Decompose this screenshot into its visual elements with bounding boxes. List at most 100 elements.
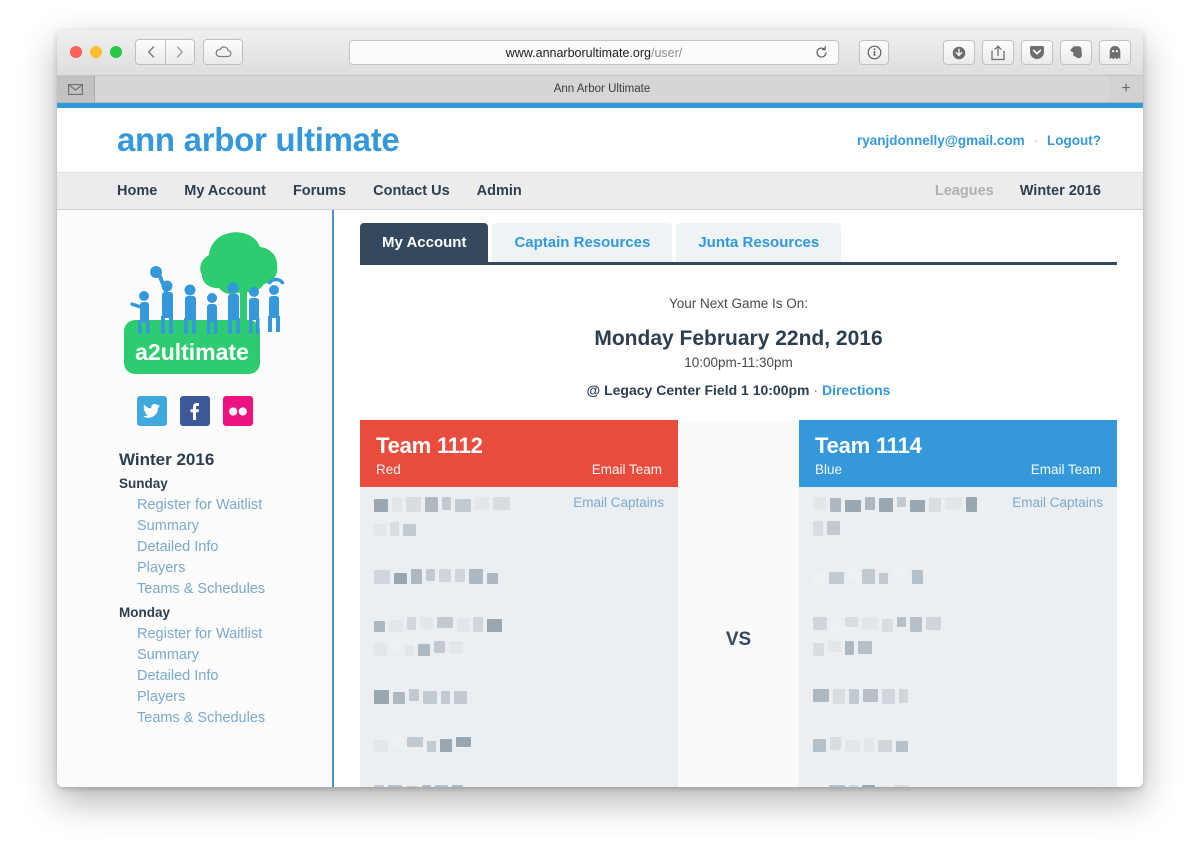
twitter-link[interactable]	[136, 396, 167, 426]
redaction-block	[422, 785, 431, 787]
redaction-block	[827, 521, 840, 535]
navigation-buttons	[135, 39, 195, 65]
redaction-block	[403, 524, 416, 536]
redaction-block	[437, 617, 453, 628]
sidebar-link-detailed-info-monday[interactable]: Detailed Info	[137, 665, 332, 686]
email-captains-link[interactable]: Email Captains	[573, 495, 664, 510]
redaction-block	[945, 497, 962, 509]
player-name-redacted	[813, 665, 1103, 680]
a2ultimate-logo-icon[interactable]: a2ultimate	[100, 224, 290, 384]
icloud-tabs-button[interactable]	[203, 39, 243, 65]
player-name-redacted	[374, 593, 664, 608]
player-name-redacted	[813, 689, 1103, 704]
redaction-block	[487, 573, 498, 584]
pocket-button[interactable]	[1021, 40, 1053, 65]
player-name-redacted	[374, 713, 664, 728]
minimize-window-button[interactable]	[90, 46, 102, 58]
tab-captain-resources[interactable]: Captain Resources	[492, 223, 673, 262]
sidebar-group-monday: Monday Register for Waitlist Summary Det…	[57, 605, 332, 728]
account-email-link[interactable]: ryanjdonnelly@gmail.com	[857, 133, 1025, 148]
downloads-button[interactable]	[943, 40, 975, 65]
screenshot-canvas: www.annarborultimate.org/user/ Ann Arbor…	[0, 0, 1200, 868]
nav-item-contact-us[interactable]: Contact Us	[373, 183, 450, 199]
new-tab-button[interactable]: +	[1109, 76, 1143, 102]
player-name-redacted	[813, 737, 1103, 752]
flickr-icon	[228, 406, 247, 416]
address-bar[interactable]: www.annarborultimate.org/user/	[349, 40, 839, 65]
reload-button[interactable]	[814, 45, 829, 60]
sidebar-link-players-sunday[interactable]: Players	[137, 557, 332, 578]
share-icon	[991, 44, 1005, 60]
roster-list	[813, 497, 1103, 787]
back-button[interactable]	[135, 39, 165, 65]
redaction-block	[830, 498, 841, 512]
reader-info-button[interactable]	[859, 40, 889, 65]
nav-item-home[interactable]: Home	[117, 183, 157, 199]
team-card-away: Team 1114 Blue Email Team Email Captains	[799, 420, 1117, 787]
forward-button[interactable]	[165, 39, 195, 65]
sidebar-link-detailed-info-sunday[interactable]: Detailed Info	[137, 536, 332, 557]
redaction-block	[813, 571, 825, 584]
tab-junta-resources[interactable]: Junta Resources	[676, 223, 842, 262]
tab-my-account[interactable]: My Account	[360, 223, 489, 262]
team-name: Team 1114	[815, 433, 922, 458]
logout-link[interactable]: Logout?	[1047, 133, 1101, 148]
sidebar-link-register-waitlist-monday[interactable]: Register for Waitlist	[137, 623, 332, 644]
redaction-block	[423, 691, 437, 704]
redaction-block	[831, 618, 841, 632]
redaction-block	[441, 691, 450, 704]
nav-primary-items: Home My Account Forums Contact Us Admin	[117, 183, 522, 199]
redaction-block	[878, 740, 892, 752]
redaction-block	[374, 499, 388, 512]
main-content: My Account Captain Resources Junta Resou…	[334, 210, 1143, 787]
svg-text:a2ultimate: a2ultimate	[135, 339, 249, 365]
redaction-block	[407, 737, 423, 747]
pocket-icon	[1030, 46, 1044, 59]
evernote-button[interactable]	[1060, 40, 1092, 65]
maximize-window-button[interactable]	[110, 46, 122, 58]
redaction-block	[427, 741, 436, 752]
site-header: ann arbor ultimate ryanjdonnelly@gmail.c…	[57, 108, 1143, 172]
icloud-tabs-icon	[215, 46, 232, 58]
sidebar: a2ultimate Winter 2016 Sunday Register f…	[57, 210, 334, 787]
url-text: www.annarborultimate.org/user/	[505, 45, 683, 60]
nav-item-my-account[interactable]: My Account	[184, 183, 266, 199]
nav-item-forums[interactable]: Forums	[293, 183, 346, 199]
redaction-block	[455, 569, 465, 582]
redaction-block	[813, 497, 826, 510]
sidebar-link-teams-schedules-monday[interactable]: Teams & Schedules	[137, 707, 332, 728]
ghostery-button[interactable]	[1099, 40, 1131, 65]
email-team-link[interactable]: Email Team	[1031, 462, 1101, 477]
facebook-link[interactable]	[179, 396, 210, 426]
email-captains-link[interactable]: Email Captains	[1012, 495, 1103, 510]
close-window-button[interactable]	[70, 46, 82, 58]
site-logo-wordmark[interactable]: ann arbor ultimate	[117, 121, 400, 159]
mail-icon	[68, 83, 83, 95]
player-name-redacted	[374, 641, 664, 656]
redaction-block	[434, 641, 445, 653]
redaction-block	[390, 522, 399, 536]
sidebar-link-teams-schedules-sunday[interactable]: Teams & Schedules	[137, 578, 332, 599]
redaction-block	[910, 617, 922, 632]
nav-item-admin[interactable]: Admin	[477, 183, 522, 199]
social-links	[57, 396, 332, 426]
sidebar-link-register-waitlist-sunday[interactable]: Register for Waitlist	[137, 494, 332, 515]
browser-window: www.annarborultimate.org/user/ Ann Arbor…	[57, 30, 1143, 787]
flickr-link[interactable]	[222, 396, 253, 426]
redaction-block	[845, 641, 854, 655]
nav-season-selector[interactable]: Winter 2016	[1020, 183, 1101, 199]
email-team-link[interactable]: Email Team	[592, 462, 662, 477]
sidebar-link-summary-monday[interactable]: Summary	[137, 644, 332, 665]
back-chevron-icon	[147, 46, 154, 58]
browser-tab-active[interactable]: Ann Arbor Ultimate	[95, 76, 1109, 102]
sidebar-link-players-monday[interactable]: Players	[137, 686, 332, 707]
player-name-redacted	[813, 713, 1103, 728]
nav-leagues-label[interactable]: Leagues	[935, 183, 994, 199]
main-navigation: Home My Account Forums Contact Us Admin …	[57, 172, 1143, 210]
directions-link[interactable]: Directions	[822, 382, 890, 398]
share-button[interactable]	[982, 40, 1014, 65]
mail-tab[interactable]	[57, 76, 95, 102]
team-name: Team 1112	[376, 433, 483, 458]
sidebar-link-summary-sunday[interactable]: Summary	[137, 515, 332, 536]
player-name-redacted	[374, 761, 664, 776]
